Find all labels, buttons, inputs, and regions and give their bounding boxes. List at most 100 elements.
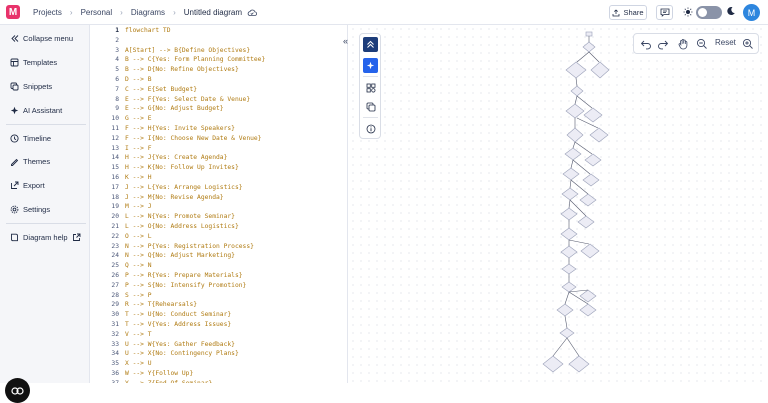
code-line[interactable]: W --> Y{Follow Up} bbox=[125, 370, 193, 377]
code-line[interactable]: H --> J{Yes: Create Agenda} bbox=[125, 154, 227, 161]
code-editor[interactable]: 1 2 3 4 5 6 7 8 9 10 11 12 13 14 15 16 17 18 19 20 21 22 23 24 2… bbox=[91, 25, 348, 383]
code-line[interactable]: G --> E bbox=[125, 115, 152, 122]
code-line[interactable]: V --> T bbox=[125, 331, 152, 338]
code-line[interactable]: U --> X{No: Contingency Plans} bbox=[125, 350, 239, 357]
code-line[interactable]: B --> D{No: Refine Objectives} bbox=[125, 66, 239, 73]
decision-node[interactable] bbox=[577, 215, 595, 229]
code-line[interactable]: S --> P bbox=[125, 292, 152, 299]
redo-icon[interactable] bbox=[657, 38, 669, 50]
collapse-toolbar-button[interactable] bbox=[363, 37, 378, 52]
export-icon bbox=[11, 181, 19, 189]
code-line[interactable]: L --> N{Yes: Promote Seminar} bbox=[125, 213, 235, 220]
sparkle-icon bbox=[366, 61, 375, 70]
decision-node[interactable] bbox=[559, 327, 575, 339]
decision-node[interactable] bbox=[560, 227, 578, 241]
shapes-button[interactable] bbox=[363, 80, 378, 95]
sidebar-item-timeline[interactable]: Timeline bbox=[0, 129, 88, 147]
decision-node[interactable] bbox=[590, 61, 610, 79]
sidebar-item-themes[interactable]: Themes bbox=[0, 152, 88, 170]
decision-node[interactable] bbox=[583, 107, 603, 123]
sidebar-item-collapse-menu[interactable]: Collapse menu bbox=[0, 29, 88, 47]
code-line[interactable]: L --> O{No: Address Logistics} bbox=[125, 223, 239, 230]
code-line[interactable]: F --> I{No: Choose New Date & Venue} bbox=[125, 135, 261, 142]
code-line[interactable]: A[Start] --> B{Define Objectives} bbox=[125, 47, 250, 54]
decision-node[interactable] bbox=[579, 303, 597, 317]
decision-node[interactable] bbox=[561, 281, 577, 293]
decision-node[interactable] bbox=[584, 153, 602, 167]
decision-node[interactable] bbox=[562, 167, 580, 181]
app-logo[interactable]: M bbox=[6, 5, 20, 19]
sidebar-item-export[interactable]: Export bbox=[0, 176, 88, 194]
decision-node[interactable] bbox=[568, 355, 590, 373]
comments-button[interactable] bbox=[656, 5, 673, 20]
decision-node[interactable] bbox=[582, 173, 600, 187]
code-line[interactable]: X --> U bbox=[125, 360, 152, 367]
reset-zoom-button[interactable]: Reset bbox=[715, 38, 736, 47]
code-line[interactable]: T --> U{No: Conduct Seminar} bbox=[125, 311, 231, 318]
code-line[interactable]: K --> H bbox=[125, 174, 152, 181]
decision-node[interactable] bbox=[589, 127, 609, 143]
decision-node[interactable] bbox=[582, 41, 596, 53]
decision-node[interactable] bbox=[542, 355, 564, 373]
sidebar-item-templates[interactable]: Templates bbox=[0, 53, 88, 71]
undo-icon[interactable] bbox=[640, 38, 652, 50]
code-line[interactable]: E --> G{No: Adjust Budget} bbox=[125, 105, 224, 112]
code-line[interactable]: R --> T{Rehearsals} bbox=[125, 301, 197, 308]
decision-node[interactable] bbox=[560, 245, 578, 259]
line-number: 20 bbox=[111, 213, 119, 221]
decision-node[interactable] bbox=[580, 243, 600, 259]
code-line[interactable]: Q --> N bbox=[125, 262, 152, 269]
collapse-editor-icon[interactable]: « bbox=[343, 36, 348, 46]
zoom-out-icon[interactable] bbox=[696, 38, 708, 50]
decision-node[interactable] bbox=[570, 85, 584, 97]
code-line[interactable]: flowchart TD bbox=[125, 27, 171, 34]
sidebar-item-snippets[interactable]: Snippets bbox=[0, 77, 88, 95]
duplicate-button[interactable] bbox=[363, 99, 378, 114]
theme-toggle[interactable] bbox=[696, 6, 722, 19]
code-line[interactable]: M --> J bbox=[125, 203, 152, 210]
decision-node[interactable] bbox=[565, 61, 587, 79]
decision-node[interactable] bbox=[560, 207, 578, 221]
code-line[interactable]: E --> F{Yes: Select Date & Venue} bbox=[125, 96, 250, 103]
code-line[interactable]: P --> R{Yes: Prepare Materials} bbox=[125, 272, 243, 279]
code-line[interactable]: N --> Q{No: Adjust Marketing} bbox=[125, 252, 235, 259]
breadcrumb-separator: › bbox=[69, 8, 73, 17]
sidebar-item-settings[interactable]: Settings bbox=[0, 200, 88, 218]
share-button[interactable]: Share bbox=[609, 5, 647, 20]
zoom-in-icon[interactable] bbox=[742, 38, 754, 50]
code-line[interactable]: C --> E{Set Budget} bbox=[125, 86, 197, 93]
flowchart-diagram[interactable] bbox=[533, 28, 623, 378]
code-line[interactable]: U --> W{Yes: Gather Feedback} bbox=[125, 341, 235, 348]
magic-layout-button[interactable] bbox=[363, 58, 378, 73]
diagram-title[interactable]: Untitled diagram bbox=[184, 8, 242, 17]
sidebar-item-ai-assistant[interactable]: AI Assistant bbox=[0, 101, 88, 119]
code-line[interactable]: O --> L bbox=[125, 233, 152, 240]
code-line[interactable]: J --> L{Yes: Arrange Logistics} bbox=[125, 184, 243, 191]
breadcrumb-diagrams[interactable]: Diagrams bbox=[131, 8, 165, 17]
breadcrumb-projects[interactable]: Projects bbox=[33, 8, 62, 17]
code-line[interactable]: N --> P{Yes: Registration Process} bbox=[125, 243, 254, 250]
start-node[interactable] bbox=[585, 31, 593, 37]
code-line[interactable]: J --> M{No: Revise Agenda} bbox=[125, 194, 224, 201]
code-line[interactable]: F --> H{Yes: Invite Speakers} bbox=[125, 125, 235, 132]
decision-node[interactable] bbox=[556, 303, 574, 317]
info-button[interactable] bbox=[363, 121, 378, 136]
code-line[interactable]: B --> C{Yes: Form Planning Committee} bbox=[125, 56, 265, 63]
code-line[interactable]: D --> B bbox=[125, 76, 152, 83]
code-line[interactable]: I --> F bbox=[125, 145, 152, 152]
decision-node[interactable] bbox=[579, 193, 597, 207]
code-line[interactable]: H --> K{No: Follow Up Invites} bbox=[125, 164, 239, 171]
pan-hand-icon[interactable] bbox=[677, 38, 689, 50]
decision-node[interactable] bbox=[566, 127, 584, 143]
line-number: 19 bbox=[111, 203, 119, 211]
code-line[interactable]: P --> S{No: Intensify Promotion} bbox=[125, 282, 246, 289]
copilot-button[interactable] bbox=[5, 378, 30, 403]
decision-node[interactable] bbox=[564, 147, 582, 161]
sidebar-item-diagram-help[interactable]: Diagram help bbox=[0, 228, 88, 246]
avatar[interactable]: M bbox=[743, 4, 760, 21]
code-line[interactable]: T --> V{Yes: Address Issues} bbox=[125, 321, 231, 328]
decision-node[interactable] bbox=[561, 263, 577, 275]
breadcrumb-personal[interactable]: Personal bbox=[81, 8, 113, 17]
decision-node[interactable] bbox=[565, 103, 585, 119]
decision-node[interactable] bbox=[561, 187, 579, 201]
